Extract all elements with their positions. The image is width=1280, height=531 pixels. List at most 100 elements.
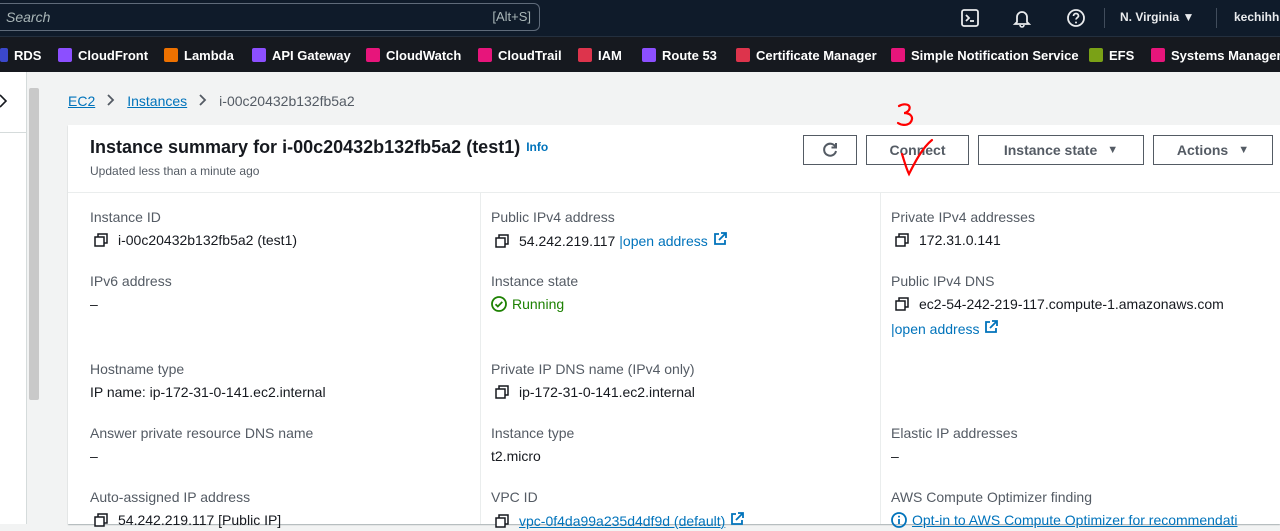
private-dns-text: ip-172-31-0-141.ec2.internal [519,384,695,400]
certificate-manager-icon [736,48,750,62]
service-efs[interactable]: EFS [1089,47,1134,63]
vpc-id-value: vpc-0f4da99a235d4df9d (default) [495,512,745,529]
copy-icon[interactable] [895,233,909,247]
optimizer-label: AWS Compute Optimizer finding [891,489,1092,505]
cloudtrail-icon [478,48,492,62]
route-53-icon [642,48,656,62]
elastic-ip-label: Elastic IP addresses [891,425,1018,441]
check-circle-icon [491,296,507,312]
private-dns-value: ip-172-31-0-141.ec2.internal [495,384,695,400]
breadcrumb-instances[interactable]: Instances [127,93,187,109]
private-ipv4-text: 172.31.0.141 [919,232,1001,248]
service-cloudfront[interactable]: CloudFront [58,47,148,63]
search-box[interactable]: [Alt+S] [0,3,540,31]
ipv6-value: – [90,296,98,312]
cloudfront-icon [58,48,72,62]
sidebar-divider [0,132,26,133]
notifications-bell-icon[interactable] [1012,8,1032,28]
help-icon[interactable] [1066,8,1086,28]
instance-id-label: Instance ID [90,209,161,225]
service-cloudwatch[interactable]: CloudWatch [366,47,461,63]
instance-summary-panel: Instance summary for i-00c20432b132fb5a2… [68,125,1280,529]
instance-state-text: Running [512,296,565,312]
open-address-link[interactable]: |open address [619,233,707,249]
public-dns-open-address: |open address [891,320,999,337]
hostname-type-value: IP name: ip-172-31-0-141.ec2.internal [90,384,326,400]
breadcrumb-ec2[interactable]: EC2 [68,93,95,109]
scrollbar-thumb[interactable] [29,88,39,400]
service-systems-manager[interactable]: Systems Manager [1151,47,1280,63]
answer-dns-label: Answer private resource DNS name [90,425,314,441]
copy-icon[interactable] [495,385,509,399]
efs-icon [1089,48,1103,62]
vpc-id-link[interactable]: vpc-0f4da99a235d4df9d (default) [519,513,725,529]
chevron-right-icon [107,93,115,109]
top-navigation: [Alt+S] N. Virginia ▼ kechihh [0,0,1280,36]
copy-icon[interactable] [495,513,509,528]
service-iam[interactable]: IAM [578,47,622,63]
external-link-icon[interactable] [713,232,727,249]
actions-label: Actions [1176,142,1229,158]
external-link-icon[interactable] [730,512,745,529]
rds-icon [0,48,8,62]
service-api-gateway[interactable]: API Gateway [252,47,351,63]
panel-header: Instance summary for i-00c20432b132fb5a2… [68,125,1280,193]
caret-down-icon: ▼ [1238,144,1250,156]
refresh-button[interactable] [803,135,857,165]
instance-state-button[interactable]: Instance state ▼ [978,135,1144,165]
service-cloudtrail[interactable]: CloudTrail [478,47,562,63]
details-column-1: Instance ID i-00c20432b132fb5a2 (test1) … [68,192,480,528]
actions-button[interactable]: Actions ▼ [1153,135,1273,165]
instance-state-label: Instance state [1003,142,1098,158]
collapse-chevron-icon[interactable] [0,94,10,111]
service-certificate-manager[interactable]: Certificate Manager [736,47,877,63]
copy-icon[interactable] [94,233,108,247]
copy-icon[interactable] [895,297,909,311]
region-selector[interactable]: N. Virginia ▼ [1120,10,1194,24]
public-dns-label: Public IPv4 DNS [891,273,995,289]
breadcrumb-current: i-00c20432b132fb5a2 [219,93,355,109]
caret-down-icon: ▼ [1107,144,1119,156]
private-ipv4-value: 172.31.0.141 [895,232,1001,248]
page-title: Instance summary for i-00c20432b132fb5a2… [90,137,548,158]
public-ipv4-value: 54.242.219.117 |open address [495,232,727,249]
hostname-type-label: Hostname type [90,361,185,377]
instance-state-value: Running [491,296,564,312]
instance-state-label: Instance state [491,273,579,289]
elastic-ip-value: – [891,448,899,464]
updated-timestamp: Updated less than a minute ago [90,164,260,178]
info-link[interactable]: Info [526,140,548,154]
vpc-id-label: VPC ID [491,489,538,505]
service-rds[interactable]: RDS [0,47,41,63]
side-navigation-collapsed [0,72,27,524]
iam-icon [578,48,592,62]
cloudshell-icon[interactable] [960,8,980,28]
instance-type-value: t2.micro [491,448,541,464]
sns-icon [891,48,905,62]
search-input[interactable] [6,8,426,26]
api-gateway-icon [252,48,266,62]
copy-icon[interactable] [495,233,509,248]
nav-divider [1216,8,1217,28]
details-column-2: Public IPv4 address 54.242.219.117 |open… [480,192,881,529]
info-circle-icon [891,512,907,528]
optimizer-link[interactable]: Opt-in to AWS Compute Optimizer for reco… [912,512,1237,528]
public-ipv4-label: Public IPv4 address [491,209,615,225]
copy-icon[interactable] [94,513,108,527]
nav-divider [1104,8,1105,28]
service-route-53[interactable]: Route 53 [642,47,717,63]
external-link-icon[interactable] [984,320,999,337]
auto-ip-text: 54.242.219.117 [Public IP] [118,512,282,528]
private-dns-label: Private IP DNS name (IPv4 only) [491,361,695,377]
service-lambda[interactable]: Lambda [164,47,234,63]
instance-id-text: i-00c20432b132fb5a2 (test1) [118,232,298,248]
annotation-number-mark [896,103,914,126]
public-dns-text: ec2-54-242-219-117.compute-1.amazonaws.c… [919,296,1224,312]
open-address-link[interactable]: |open address [891,321,979,337]
instance-id-value: i-00c20432b132fb5a2 (test1) [94,232,297,248]
account-menu[interactable]: kechihh [1234,10,1279,24]
service-sns[interactable]: Simple Notification Service [891,47,1079,63]
refresh-icon [823,142,837,157]
instance-type-label: Instance type [491,425,575,441]
search-shortcut: [Alt+S] [492,9,531,24]
